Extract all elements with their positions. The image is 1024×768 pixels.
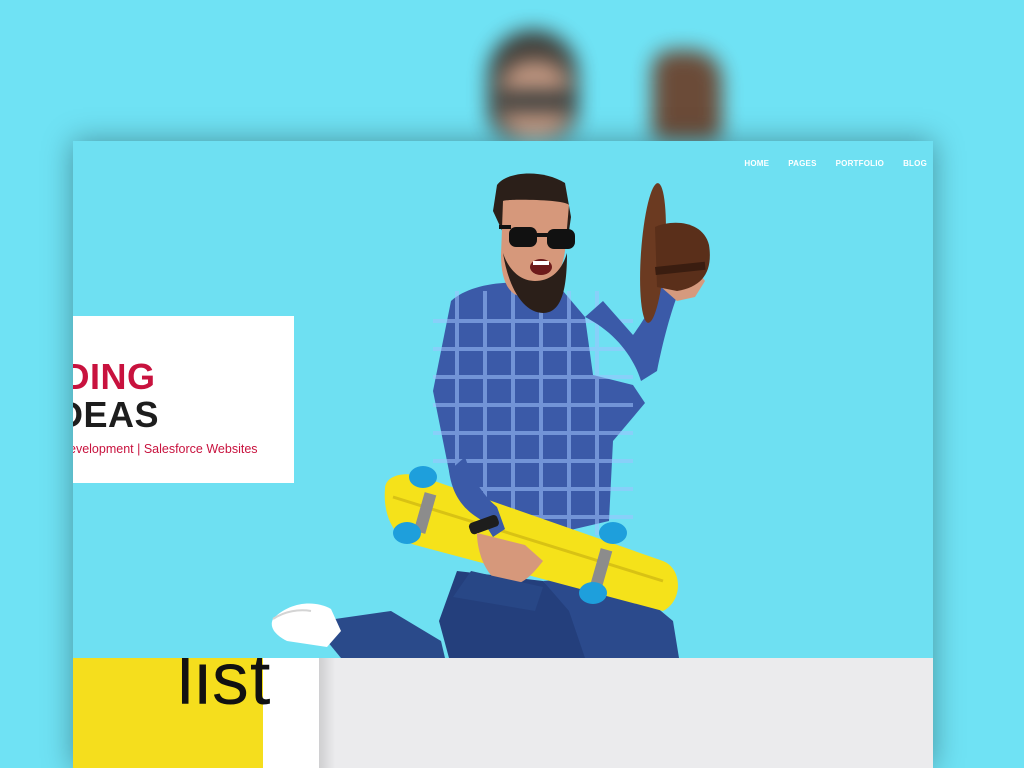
hero-title-line1: NDING bbox=[73, 356, 156, 397]
next-section: list bbox=[73, 658, 933, 768]
paper-shadow bbox=[319, 658, 335, 768]
hero-title-line2: DEAS bbox=[73, 394, 160, 435]
nav-item-home[interactable]: HOME bbox=[744, 159, 769, 168]
section-word: list bbox=[177, 658, 272, 720]
hero-card: NDING DEAS evelopment | Salesforce Websi… bbox=[73, 316, 294, 483]
website-preview: HOME PAGES PORTFOLIO BLOG NDING DEAS eve… bbox=[73, 141, 933, 768]
nav-item-pages[interactable]: PAGES bbox=[788, 159, 816, 168]
nav-item-portfolio[interactable]: PORTFOLIO bbox=[836, 159, 884, 168]
blurred-hat bbox=[652, 50, 722, 140]
main-nav: HOME PAGES PORTFOLIO BLOG bbox=[744, 159, 927, 168]
blurred-glasses bbox=[500, 92, 574, 110]
nav-item-blog[interactable]: BLOG bbox=[903, 159, 927, 168]
hero-subtitle: evelopment | Salesforce Websites bbox=[73, 442, 258, 456]
